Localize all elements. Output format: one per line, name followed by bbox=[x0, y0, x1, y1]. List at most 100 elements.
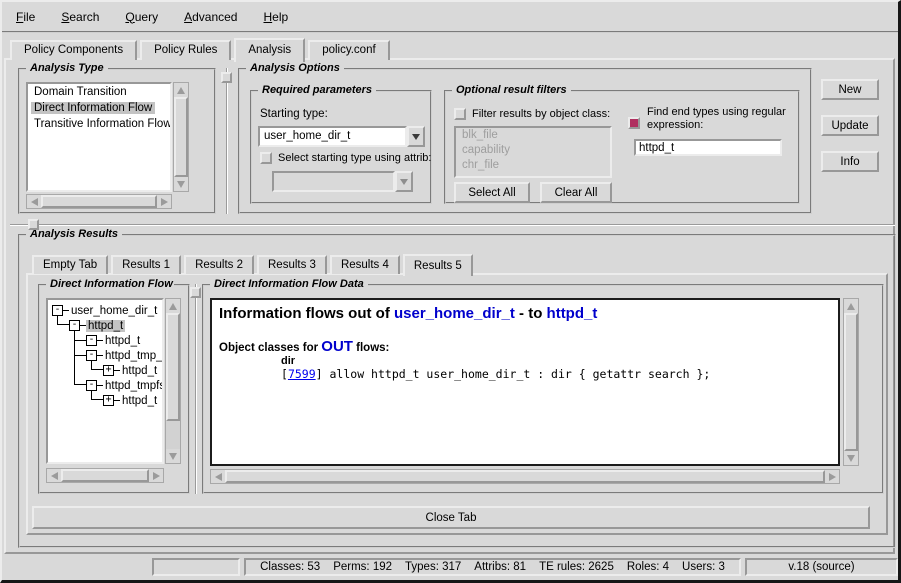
attrib-checkbox[interactable] bbox=[260, 152, 272, 164]
tab-analysis[interactable]: Analysis bbox=[234, 38, 305, 62]
scroll-down-icon[interactable] bbox=[844, 451, 858, 465]
close-tab-button[interactable]: Close Tab bbox=[32, 506, 870, 529]
tree-expander-icon[interactable]: + bbox=[103, 365, 114, 376]
flow-target-type: httpd_t bbox=[547, 305, 598, 322]
tree-node[interactable]: -httpd_t bbox=[48, 318, 162, 333]
tab-results-3[interactable]: Results 3 bbox=[257, 255, 327, 274]
menu-query[interactable]: Query bbox=[123, 8, 160, 26]
menu-query-mnemonic: Q bbox=[125, 10, 134, 24]
pane-sash[interactable] bbox=[10, 224, 895, 226]
scroll-left-icon[interactable] bbox=[27, 195, 41, 208]
menu-file[interactable]: File bbox=[14, 8, 37, 26]
clear-all-button[interactable]: Clear All bbox=[540, 182, 612, 203]
list-item[interactable]: Direct Information Flow bbox=[28, 100, 170, 116]
scroll-thumb[interactable] bbox=[61, 469, 149, 482]
tree-node-label[interactable]: httpd_t bbox=[120, 395, 159, 407]
pane-sash[interactable] bbox=[195, 284, 197, 494]
rule-number-link[interactable]: 7599 bbox=[288, 367, 316, 381]
tree-node-label[interactable]: httpd_t bbox=[120, 365, 159, 377]
scroll-trough[interactable] bbox=[166, 421, 180, 449]
object-class-name: dir bbox=[281, 355, 831, 367]
tab-policy-components[interactable]: Policy Components bbox=[10, 40, 137, 60]
new-button[interactable]: New bbox=[821, 79, 879, 100]
pane-sash-handle[interactable] bbox=[190, 287, 201, 298]
menu-help[interactable]: Help bbox=[261, 8, 290, 26]
status-classes: Classes: 53 bbox=[260, 561, 320, 573]
regex-checkbox[interactable] bbox=[628, 117, 640, 129]
tree-node-label[interactable]: httpd_t bbox=[103, 335, 142, 347]
tree-node-label[interactable]: httpd_t bbox=[86, 320, 125, 332]
tree-expander-icon[interactable]: - bbox=[69, 320, 80, 331]
analysis-type-hscrollbar[interactable] bbox=[26, 194, 172, 209]
tree-expander-icon[interactable]: - bbox=[52, 305, 63, 316]
pane-sash[interactable] bbox=[226, 68, 228, 214]
scroll-right-icon[interactable] bbox=[149, 469, 163, 482]
tab-results-4[interactable]: Results 4 bbox=[330, 255, 400, 274]
flow-tree-hscrollbar[interactable] bbox=[46, 468, 164, 483]
analysis-type-listbox[interactable]: Domain Transition Direct Information Flo… bbox=[26, 82, 172, 192]
scroll-thumb[interactable] bbox=[41, 195, 157, 208]
tree-expander-icon[interactable]: + bbox=[103, 395, 114, 406]
scroll-thumb[interactable] bbox=[225, 470, 825, 483]
update-button[interactable]: Update bbox=[821, 115, 879, 136]
menu-search[interactable]: Search bbox=[59, 8, 101, 26]
flow-tree-vscrollbar[interactable] bbox=[165, 298, 181, 464]
tab-policy-conf[interactable]: policy.conf bbox=[308, 40, 389, 60]
list-item[interactable]: Transitive Information Flow bbox=[28, 116, 170, 132]
scroll-up-icon[interactable] bbox=[174, 83, 188, 97]
status-te-rules: TE rules: 2625 bbox=[539, 561, 614, 573]
tree-expander-icon[interactable]: - bbox=[86, 380, 97, 391]
status-attribs: Attribs: 81 bbox=[474, 561, 526, 573]
scroll-down-icon[interactable] bbox=[166, 449, 180, 463]
status-roles: Roles: 4 bbox=[627, 561, 669, 573]
scroll-right-icon[interactable] bbox=[157, 195, 171, 208]
scroll-left-icon[interactable] bbox=[47, 469, 61, 482]
regex-checkbox-label: Find end types using regular expression: bbox=[647, 106, 799, 132]
scroll-left-icon[interactable] bbox=[211, 470, 225, 483]
pane-sash-handle[interactable] bbox=[28, 219, 39, 230]
tree-node[interactable]: -httpd_t bbox=[48, 333, 162, 348]
filter-object-class-checkbox[interactable] bbox=[454, 108, 466, 120]
flow-data-vscrollbar[interactable] bbox=[843, 298, 859, 466]
flow-source-type: user_home_dir_t bbox=[394, 305, 515, 322]
menu-help-mnemonic: H bbox=[263, 10, 272, 24]
starting-type-combobox[interactable]: user_home_dir_t bbox=[258, 126, 425, 147]
chevron-down-icon[interactable] bbox=[407, 126, 425, 147]
tree-node-label[interactable]: httpd_tmp_t bbox=[103, 350, 164, 362]
flow-heading: Information flows out of user_home_dir_t… bbox=[219, 305, 831, 322]
tree-expander-icon[interactable]: - bbox=[86, 335, 97, 346]
scroll-thumb[interactable] bbox=[166, 313, 180, 421]
flow-data-textarea[interactable]: Information flows out of user_home_dir_t… bbox=[210, 298, 840, 466]
flow-tree[interactable]: -user_home_dir_t -httpd_t -httpd_t -http… bbox=[46, 298, 164, 464]
scroll-up-icon[interactable] bbox=[166, 299, 180, 313]
scroll-thumb[interactable] bbox=[174, 97, 188, 177]
tree-node[interactable]: -user_home_dir_t bbox=[48, 303, 162, 318]
info-button[interactable]: Info bbox=[821, 151, 879, 172]
tree-node[interactable]: + httpd_t bbox=[48, 393, 162, 408]
tree-node-label[interactable]: user_home_dir_t bbox=[69, 305, 159, 317]
tree-node[interactable]: -httpd_tmp_t bbox=[48, 348, 162, 363]
status-stats-panel: Classes: 53 Perms: 192 Types: 317 Attrib… bbox=[244, 558, 741, 576]
scroll-right-icon[interactable] bbox=[825, 470, 839, 483]
tab-results-5[interactable]: Results 5 bbox=[403, 254, 473, 276]
scroll-up-icon[interactable] bbox=[844, 299, 858, 313]
scroll-down-icon[interactable] bbox=[174, 177, 188, 191]
tab-results-2[interactable]: Results 2 bbox=[184, 255, 254, 274]
tree-expander-icon[interactable]: - bbox=[86, 350, 97, 361]
tree-node[interactable]: -httpd_tmpfs_t bbox=[48, 378, 162, 393]
analysis-type-vscrollbar[interactable] bbox=[173, 82, 189, 192]
tree-node[interactable]: + httpd_t bbox=[48, 363, 162, 378]
pane-sash-handle[interactable] bbox=[221, 72, 232, 83]
menu-advanced[interactable]: Advanced bbox=[182, 8, 239, 26]
list-item[interactable]: Domain Transition bbox=[28, 84, 170, 100]
regex-input[interactable] bbox=[634, 139, 782, 156]
select-all-button[interactable]: Select All bbox=[454, 182, 530, 203]
tab-policy-rules[interactable]: Policy Rules bbox=[140, 40, 231, 60]
scroll-thumb[interactable] bbox=[844, 313, 858, 451]
flow-data-hscrollbar[interactable] bbox=[210, 469, 840, 484]
tab-empty-tab[interactable]: Empty Tab bbox=[32, 255, 108, 274]
tab-results-1[interactable]: Results 1 bbox=[111, 255, 181, 274]
attrib-combobox-value bbox=[272, 171, 395, 192]
tree-node-label[interactable]: httpd_tmpfs_t bbox=[103, 380, 164, 392]
starting-type-label: Starting type: bbox=[260, 108, 328, 120]
